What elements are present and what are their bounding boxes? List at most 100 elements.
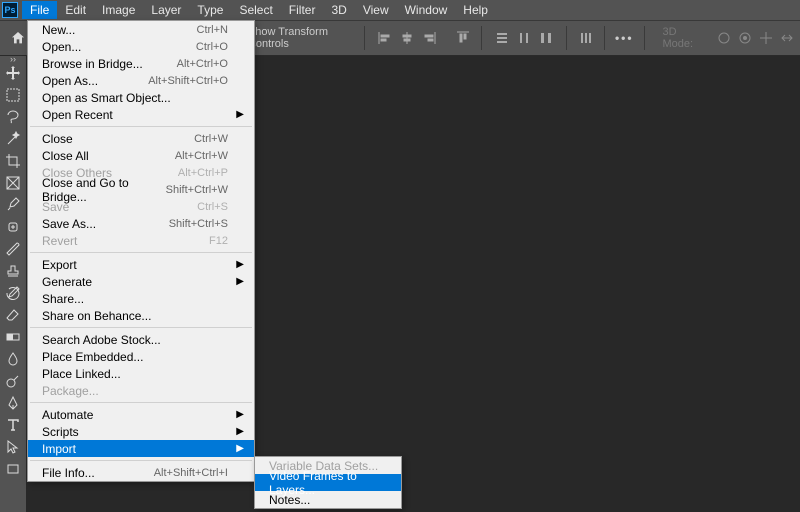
menu-item-search-adobe-stock[interactable]: Search Adobe Stock... bbox=[28, 331, 254, 348]
menu-item-shortcut: Shift+Ctrl+S bbox=[169, 218, 228, 230]
menu-item-label: Open... bbox=[42, 40, 196, 54]
menu-item-close[interactable]: CloseCtrl+W bbox=[28, 130, 254, 147]
blur-tool-icon[interactable] bbox=[0, 348, 26, 370]
menu-item-label: Open As... bbox=[42, 74, 148, 88]
menu-item-browse-in-bridge[interactable]: Browse in Bridge...Alt+Ctrl+O bbox=[28, 55, 254, 72]
menu-edit[interactable]: Edit bbox=[57, 1, 94, 19]
crop-tool-icon[interactable] bbox=[0, 150, 26, 172]
menu-filter[interactable]: Filter bbox=[281, 1, 324, 19]
menu-item-shortcut: Ctrl+S bbox=[197, 201, 228, 213]
marquee-tool-icon[interactable] bbox=[0, 84, 26, 106]
menu-item-label: Close All bbox=[42, 149, 175, 163]
menu-select[interactable]: Select bbox=[231, 1, 280, 19]
align-group-1 bbox=[375, 28, 439, 48]
distribute-group bbox=[492, 28, 556, 48]
menu-item-label: Save As... bbox=[42, 217, 169, 231]
menu-item-label: Share... bbox=[42, 292, 228, 306]
menu-item-file-info[interactable]: File Info...Alt+Shift+Ctrl+I bbox=[28, 464, 254, 481]
menu-item-shortcut: Alt+Ctrl+P bbox=[178, 167, 228, 179]
menu-window[interactable]: Window bbox=[397, 1, 456, 19]
menu-layer[interactable]: Layer bbox=[143, 1, 189, 19]
menu-item-place-linked[interactable]: Place Linked... bbox=[28, 365, 254, 382]
menu-item-close-and-go-to-bridge[interactable]: Close and Go to Bridge...Shift+Ctrl+W bbox=[28, 181, 254, 198]
rectangle-tool-icon[interactable] bbox=[0, 458, 26, 480]
path-select-tool-icon[interactable] bbox=[0, 436, 26, 458]
menu-item-scripts[interactable]: Scripts▶ bbox=[28, 423, 254, 440]
menu-item-close-all[interactable]: Close AllAlt+Ctrl+W bbox=[28, 147, 254, 164]
type-tool-icon[interactable] bbox=[0, 414, 26, 436]
3d-slide-icon[interactable] bbox=[779, 28, 796, 48]
menu-item-label: Place Linked... bbox=[42, 367, 228, 381]
dist-vcenter-icon[interactable] bbox=[514, 28, 534, 48]
menu-item-share-on-behance[interactable]: Share on Behance... bbox=[28, 307, 254, 324]
dodge-tool-icon[interactable] bbox=[0, 370, 26, 392]
3d-roll-icon[interactable] bbox=[737, 28, 754, 48]
menu-type[interactable]: Type bbox=[189, 1, 231, 19]
gradient-tool-icon[interactable] bbox=[0, 326, 26, 348]
lasso-tool-icon[interactable] bbox=[0, 106, 26, 128]
menu-item-shortcut: F12 bbox=[209, 235, 228, 247]
menu-item-label: Place Embedded... bbox=[42, 350, 228, 364]
menu-image[interactable]: Image bbox=[94, 1, 143, 19]
menu-item-open[interactable]: Open...Ctrl+O bbox=[28, 38, 254, 55]
home-icon[interactable] bbox=[8, 26, 29, 50]
menu-view[interactable]: View bbox=[355, 1, 397, 19]
menu-item-package: Package... bbox=[28, 382, 254, 399]
submenu-arrow-icon: ▶ bbox=[236, 426, 244, 437]
overflow-icon[interactable]: ••• bbox=[615, 31, 634, 45]
eraser-tool-icon[interactable] bbox=[0, 304, 26, 326]
stamp-tool-icon[interactable] bbox=[0, 260, 26, 282]
dist-h-icon[interactable] bbox=[577, 28, 594, 48]
align-top-icon[interactable] bbox=[454, 28, 471, 48]
menu-item-automate[interactable]: Automate ▶ bbox=[28, 406, 254, 423]
submenu-item-video-frames-to-layers[interactable]: Video Frames to Layers... bbox=[255, 474, 401, 491]
eyedropper-tool-icon[interactable] bbox=[0, 194, 26, 216]
menu-item-place-embedded[interactable]: Place Embedded... bbox=[28, 348, 254, 365]
divider bbox=[481, 26, 482, 50]
healing-tool-icon[interactable] bbox=[0, 216, 26, 238]
menu-item-save: SaveCtrl+S bbox=[28, 198, 254, 215]
align-hcenter-icon[interactable] bbox=[397, 28, 417, 48]
dist-top-icon[interactable] bbox=[492, 28, 512, 48]
menu-help[interactable]: Help bbox=[455, 1, 496, 19]
menu-item-label: New... bbox=[42, 23, 197, 37]
menu-item-generate[interactable]: Generate▶ bbox=[28, 273, 254, 290]
menu-item-open-as-smart-object[interactable]: Open as Smart Object... bbox=[28, 89, 254, 106]
brush-tool-icon[interactable] bbox=[0, 238, 26, 260]
align-right-icon[interactable] bbox=[419, 28, 439, 48]
3d-orbit-icon[interactable] bbox=[715, 28, 732, 48]
submenu-arrow-icon: ▶ bbox=[236, 409, 244, 420]
mode-3d-label: 3D Mode: bbox=[662, 26, 703, 50]
menu-item-shortcut: Ctrl+W bbox=[194, 133, 228, 145]
menu-item-new[interactable]: New...Ctrl+N bbox=[28, 21, 254, 38]
menu-item-export[interactable]: Export▶ bbox=[28, 256, 254, 273]
menu-item-label: Open as Smart Object... bbox=[42, 91, 228, 105]
menu-3d[interactable]: 3D bbox=[323, 1, 354, 19]
menu-item-revert: RevertF12 bbox=[28, 232, 254, 249]
pen-tool-icon[interactable] bbox=[0, 392, 26, 414]
menu-item-label: Revert bbox=[42, 234, 209, 248]
menu-item-label: Share on Behance... bbox=[42, 309, 228, 323]
align-left-icon[interactable] bbox=[375, 28, 395, 48]
menu-item-open-recent[interactable]: Open Recent▶ bbox=[28, 106, 254, 123]
menu-item-label: Close bbox=[42, 132, 194, 146]
3d-pan-icon[interactable] bbox=[758, 28, 775, 48]
move-tool-icon[interactable] bbox=[0, 62, 26, 84]
menu-item-open-as[interactable]: Open As...Alt+Shift+Ctrl+O bbox=[28, 72, 254, 89]
menu-item-label: Export bbox=[42, 258, 228, 272]
submenu-arrow-icon: ▶ bbox=[236, 109, 244, 120]
dist-bottom-icon[interactable] bbox=[536, 28, 556, 48]
menu-file[interactable]: File bbox=[22, 1, 57, 19]
history-brush-tool-icon[interactable] bbox=[0, 282, 26, 304]
frame-tool-icon[interactable] bbox=[0, 172, 26, 194]
menu-item-share[interactable]: Share... bbox=[28, 290, 254, 307]
menu-separator bbox=[30, 460, 252, 461]
menubar: Ps File Edit Image Layer Type Select Fil… bbox=[0, 0, 800, 20]
menu-item-import[interactable]: Import▶ bbox=[28, 440, 254, 457]
app-icon: Ps bbox=[2, 2, 18, 18]
submenu-arrow-icon: ▶ bbox=[236, 276, 244, 287]
menu-item-save-as[interactable]: Save As...Shift+Ctrl+S bbox=[28, 215, 254, 232]
menu-item-label: Automate bbox=[42, 408, 228, 422]
menu-item-shortcut: Alt+Shift+Ctrl+O bbox=[148, 75, 228, 87]
wand-tool-icon[interactable] bbox=[0, 128, 26, 150]
